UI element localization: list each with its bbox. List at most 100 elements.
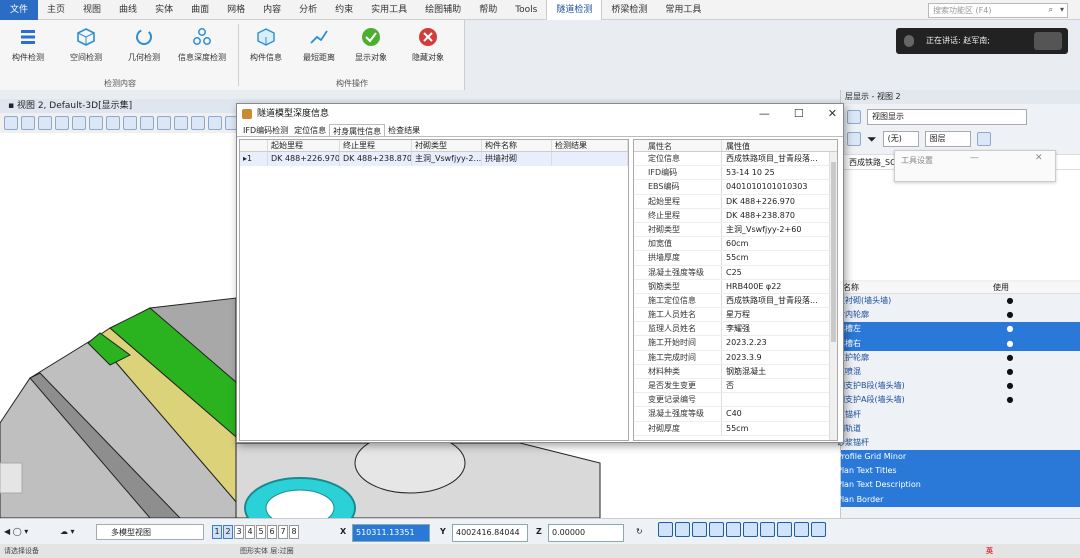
menu-item-5[interactable]: 曲面 [182,0,218,20]
property-row[interactable]: 衬砌类型 主洞_Vswfjyy-2+60 [634,222,837,238]
layer-list-item[interactable]: Plan Text Titles [837,464,1080,479]
close-icon[interactable]: ✕ [1035,153,1043,163]
ribbon-search-input[interactable]: 搜索功能区 (F4) ⌕ ▾ [928,3,1068,18]
property-row[interactable]: 终止里程 DK 488+238.870 [634,208,837,223]
search-icon[interactable]: ⌕ [1049,4,1053,16]
rotate-view-icon[interactable]: ↻ [636,524,643,540]
cube-view-icon[interactable] [726,522,741,537]
property-row[interactable]: 材料种类 钢筋混凝土 [634,364,837,379]
menu-item-0[interactable]: 文件 [0,0,39,20]
view-attributes-icon[interactable] [4,116,18,130]
pan-icon[interactable] [157,116,171,130]
component-info-button[interactable]: 构件信息 [240,26,292,63]
tab-0[interactable]: IFD编码检测 [240,124,291,136]
tab-1[interactable]: 定位信息 [291,124,329,136]
space-check-button[interactable]: 空间检测 [60,26,112,63]
menu-item-9[interactable]: 约束 [326,0,362,20]
property-scrollbar[interactable] [829,152,837,440]
property-row[interactable]: 混凝土强度等级 C40 [634,407,837,422]
cube-view-icon[interactable] [794,522,809,537]
menu-item-12[interactable]: 帮助 [470,0,506,20]
walk-icon[interactable] [174,116,188,130]
view-page-button[interactable]: 4 [245,525,255,539]
property-row[interactable]: 起始里程 DK 488+226.970 [634,194,837,209]
property-row[interactable]: 加宽值 60cm [634,237,837,252]
y-coordinate-field[interactable]: 4002416.84044 [452,524,528,542]
show-object-button[interactable]: 显示对象 [345,26,397,63]
cube-view-icon[interactable] [743,522,758,537]
view-page-button[interactable]: 1 [212,525,222,539]
layer-list-item[interactable]: 次衬砌(墙头墙) ● [837,294,1080,308]
layer-used-dot[interactable]: ● [1006,379,1014,393]
filter-icon[interactable]: ⏷ [867,132,877,147]
layer-list-item[interactable]: 砂浆锚杆 [837,436,1080,450]
layer-used-dot[interactable]: ● [1006,308,1014,322]
property-row[interactable]: EBS编码 0401010101010303 [634,180,837,195]
tab-2[interactable]: 衬身属性信息 [329,124,386,136]
layer-list-item[interactable]: Plan Border [837,492,1080,507]
layer-used-dot[interactable]: ● [1006,337,1014,351]
layer-list-item[interactable]: 支锚杆 [837,408,1080,422]
property-row[interactable]: 衬砌厚度 55cm [634,421,837,436]
zoom-out-icon[interactable] [89,116,103,130]
geometry-check-button[interactable]: 几何检测 [118,26,170,63]
menu-item-7[interactable]: 内容 [254,0,290,20]
menu-item-3[interactable]: 曲线 [110,0,146,20]
property-row[interactable]: 施工定位信息 西成铁路项目_甘青段落... [634,293,837,309]
layer-list-item[interactable]: Plan Text Description [837,478,1080,493]
layer-list-item[interactable]: 钢轨道 [837,422,1080,436]
property-row[interactable]: 监理人员姓名 李耀强 [634,322,837,337]
layer-list-item[interactable]: 衬内轮廓 ● [837,308,1080,322]
cube-view-icon[interactable] [692,522,707,537]
property-row[interactable]: 是否发生变更否 [634,379,837,394]
menu-item-2[interactable]: 视图 [74,0,110,20]
layer-list-item[interactable]: Profile Grid Minor [837,450,1080,465]
menu-item-16[interactable]: 常用工具 [656,0,710,20]
property-row[interactable]: 施工完成时间 2023.3.9 [634,350,837,365]
layer-used-dot[interactable]: ● [1006,294,1014,308]
view-page-button[interactable]: 8 [289,525,299,539]
view-page-button[interactable]: 2 [223,525,233,539]
filter-combo[interactable]: (无) [882,131,919,147]
menu-item-10[interactable]: 实用工具 [362,0,416,20]
property-row[interactable]: 混凝土强度等级 C25 [634,265,837,280]
property-row[interactable]: 定位信息 西成铁路项目_甘青段落... [634,152,837,167]
cube-view-icon[interactable] [811,522,826,537]
scrollbar-thumb[interactable] [831,162,836,342]
zoom-in-icon[interactable] [72,116,86,130]
property-row[interactable]: 拱墙厚度 55cm [634,251,837,266]
menu-item-4[interactable]: 实体 [146,0,182,20]
layer-list-item[interactable]: 支喷混 ● [837,365,1080,379]
view-combo[interactable]: 多模型视图 [96,524,204,540]
settings-icon[interactable] [38,116,52,130]
menu-item-14[interactable]: 隧道检测 [546,0,603,20]
minimize-icon[interactable]: — [970,153,979,163]
list-view-icon[interactable] [847,132,861,146]
maximize-icon[interactable]: ☐ [794,104,804,124]
nav-back-icon[interactable]: ◀ ◯ ▾ [4,524,28,540]
layer-list-item[interactable]: 期支护B段(墙头墙) ● [837,379,1080,393]
layer-used-dot[interactable]: ● [1006,351,1014,365]
layer-used-dot[interactable]: ● [1006,393,1014,407]
z-coordinate-field[interactable]: 0.00000 [548,524,624,542]
select-icon[interactable] [21,116,35,130]
view-set-icon[interactable]: ☁ ▾ [60,524,75,540]
close-icon[interactable]: ✕ [828,104,837,124]
view-page-button[interactable]: 7 [278,525,288,539]
cube-view-icon[interactable] [675,522,690,537]
layer-used-dot[interactable]: ● [1006,365,1014,379]
layer-list-item[interactable]: 隧槽右 ● [837,336,1080,351]
layer-list-item[interactable]: 期支护A段(墙头墙) ● [837,393,1080,407]
property-row[interactable]: IFD编码 53-14 10 25 [634,166,837,181]
hide-object-button[interactable]: 隐藏对象 [402,26,454,63]
fit-view-icon[interactable] [123,116,137,130]
rotate-icon[interactable] [140,116,154,130]
view-display-icon[interactable] [847,110,861,124]
property-row[interactable]: 钢筋类型 HRB400E φ22 [634,279,837,294]
property-row[interactable]: 施工开始时间 2023.2.23 [634,336,837,351]
cube-view-icon[interactable] [777,522,792,537]
menu-item-1[interactable]: 主页 [38,0,74,20]
layer-combo[interactable]: 图层 [924,131,971,147]
menu-item-13[interactable]: Tools [506,0,546,20]
menu-item-6[interactable]: 网格 [218,0,254,20]
